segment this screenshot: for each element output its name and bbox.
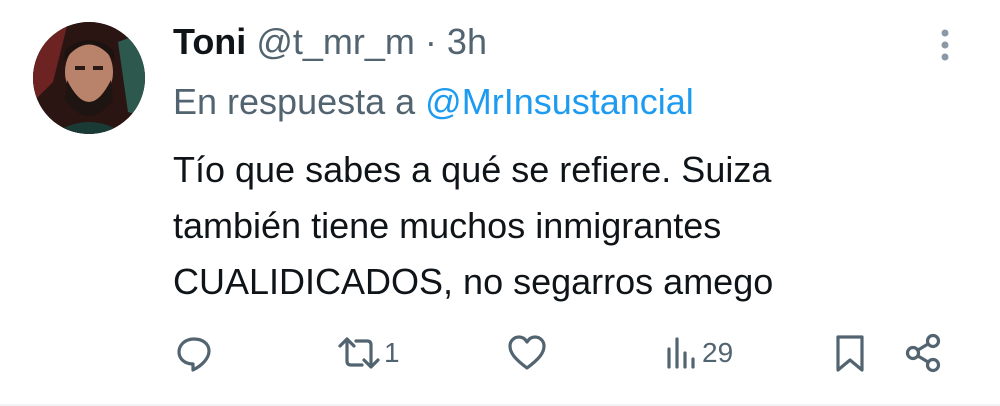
retweet-button[interactable]: 1	[336, 330, 400, 376]
reply-button[interactable]	[174, 330, 214, 376]
reply-prefix: En respuesta a	[173, 81, 416, 122]
author-handle[interactable]: @t_mr_m	[256, 21, 415, 62]
tweet-text-line: también tiene muchos inmigrantes	[173, 205, 722, 246]
bookmark-icon	[836, 335, 864, 372]
tweet-text: Tío que sabes a qué se refiere. Suiza ta…	[173, 142, 973, 310]
action-bar: 1 29	[0, 330, 1000, 376]
timestamp[interactable]: 3h	[447, 21, 487, 62]
author-name[interactable]: Toni	[173, 21, 246, 62]
tweet: Toni @t_mr_m · 3h En respuesta a @MrInsu…	[0, 0, 1000, 406]
share-button[interactable]	[904, 330, 944, 376]
tweet-text-line: CUALIDICADOS, no segarros amego	[173, 261, 774, 302]
views-count: 29	[702, 337, 734, 368]
tweet-text-line: Tío que sabes a qué se refiere. Suiza	[173, 149, 772, 190]
reply-context: En respuesta a @MrInsustancial	[173, 80, 694, 124]
avatar-image	[33, 22, 145, 134]
share-icon	[905, 333, 941, 373]
like-button[interactable]	[506, 330, 548, 376]
views-button[interactable]: 29	[664, 330, 733, 376]
more-options-icon[interactable]	[930, 26, 960, 66]
avatar[interactable]	[33, 22, 145, 134]
comment-icon	[177, 337, 211, 372]
views-chart-icon	[667, 337, 695, 369]
bookmark-button[interactable]	[832, 330, 868, 376]
retweet-icon	[338, 337, 380, 369]
reply-mention-link[interactable]: @MrInsustancial	[425, 81, 694, 122]
separator-dot: ·	[424, 21, 437, 62]
heart-icon	[508, 335, 546, 370]
tweet-header: Toni @t_mr_m · 3h	[173, 20, 487, 64]
retweet-count: 1	[384, 337, 400, 368]
